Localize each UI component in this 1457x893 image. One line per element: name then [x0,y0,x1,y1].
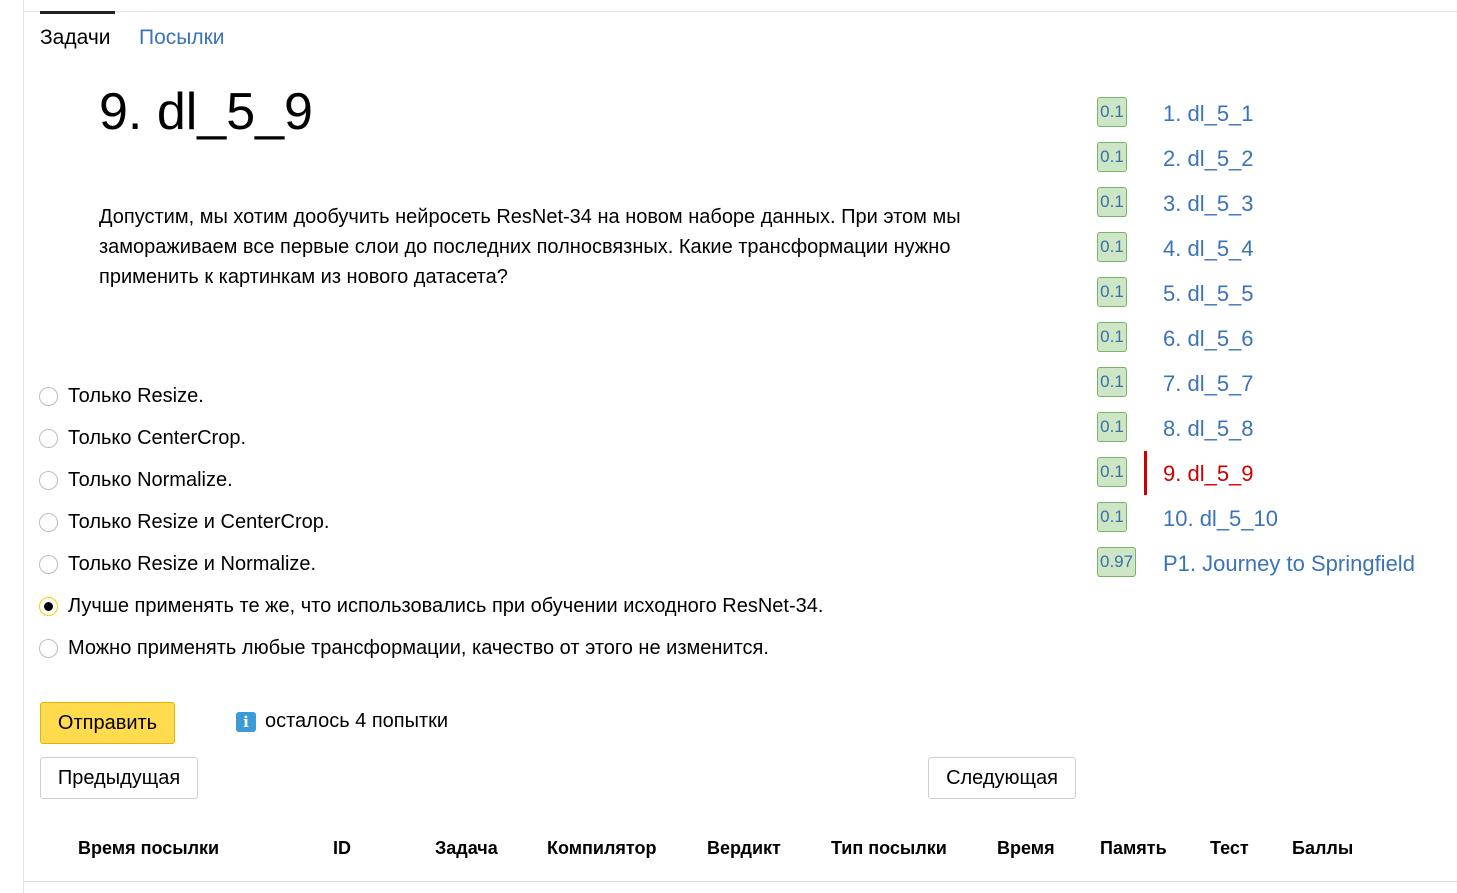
problem-link[interactable]: 9. dl_5_9 [1163,461,1254,487]
problem-link[interactable]: 3. dl_5_3 [1163,191,1254,217]
answer-option[interactable]: Только Resize. [39,375,204,417]
answer-option-label: Только Normalize. [68,468,233,491]
radio-button[interactable] [39,470,58,490]
problem-link[interactable]: 5. dl_5_5 [1163,281,1254,307]
active-tab-indicator [40,11,115,14]
answer-option-label: Только Resize и Normalize. [68,552,317,575]
problem-link[interactable]: P1. Journey to Springfield [1163,551,1415,577]
next-problem-button[interactable]: Следующая [928,757,1076,799]
active-item-indicator [1144,451,1147,495]
answer-option-selected[interactable]: Лучше применять те же, что использовалис… [39,585,823,627]
radio-button-checked[interactable] [39,596,58,616]
problem-link[interactable]: 10. dl_5_10 [1163,506,1278,532]
column-header-submission-type: Тип посылки [831,838,947,858]
column-header-score: Баллы [1292,838,1354,858]
problem-link[interactable]: 1. dl_5_1 [1163,101,1254,127]
problem-link[interactable]: 2. dl_5_2 [1163,146,1254,172]
score-badge: 0.1 [1097,412,1127,442]
problem-statement: Допустим, мы хотим дообучить нейросеть R… [99,206,961,288]
column-header-time: Время [997,838,1055,858]
problem-title: 9. dl_5_9 [99,83,313,141]
answer-option[interactable]: Только Resize и CenterCrop. [39,501,329,543]
column-header-compiler: Компилятор [547,838,657,858]
answer-option-label: Лучше применять те же, что использовалис… [68,594,824,617]
header-divider [24,11,1457,12]
answer-option-label: Только Resize и CenterCrop. [68,510,330,533]
answer-option-label: Можно применять любые трансформации, кач… [68,636,769,659]
score-badge: 0.97 [1097,547,1137,577]
answer-option[interactable]: Можно применять любые трансформации, кач… [39,627,769,669]
score-badge: 0.1 [1097,232,1127,262]
answer-option-label: Только CenterCrop. [68,426,247,449]
score-badge: 0.1 [1097,502,1127,532]
answer-option-label: Только Resize. [68,384,204,407]
problem-link[interactable]: 4. dl_5_4 [1163,236,1254,262]
radio-button[interactable] [39,638,58,658]
answer-option[interactable]: Только CenterCrop. [39,417,246,459]
answer-option[interactable]: Только Resize и Normalize. [39,543,316,585]
column-header-id: ID [333,838,351,858]
score-badge: 0.1 [1097,142,1127,172]
table-divider [24,881,1457,882]
answer-option[interactable]: Только Normalize. [39,459,233,501]
radio-button[interactable] [39,512,58,532]
radio-button[interactable] [39,386,58,406]
score-badge: 0.1 [1097,367,1127,397]
score-badge: 0.1 [1097,187,1127,217]
attempts-remaining-text: осталось 4 попытки [265,710,449,732]
tab-submissions[interactable]: Посылки [139,26,225,50]
column-header-submission-time: Время посылки [78,838,220,858]
radio-button[interactable] [39,428,58,448]
problem-link[interactable]: 7. dl_5_7 [1163,371,1254,397]
page-left-border [23,0,24,893]
score-badge: 0.1 [1097,277,1127,307]
previous-problem-button[interactable]: Предыдущая [40,757,198,799]
radio-button[interactable] [39,554,58,574]
score-badge: 0.1 [1097,97,1127,127]
score-badge: 0.1 [1097,457,1127,487]
column-header-memory: Память [1100,838,1167,858]
problem-link[interactable]: 6. dl_5_6 [1163,326,1254,352]
score-badge: 0.1 [1097,322,1127,352]
submit-button[interactable]: Отправить [40,702,175,744]
problem-link[interactable]: 8. dl_5_8 [1163,416,1254,442]
attempts-info: i осталось 4 попытки [236,710,448,733]
info-icon: i [236,711,256,732]
column-header-test: Тест [1210,838,1249,858]
column-header-verdict: Вердикт [707,838,781,858]
tab-problems[interactable]: Задачи [40,26,111,50]
column-header-problem: Задача [435,838,498,858]
